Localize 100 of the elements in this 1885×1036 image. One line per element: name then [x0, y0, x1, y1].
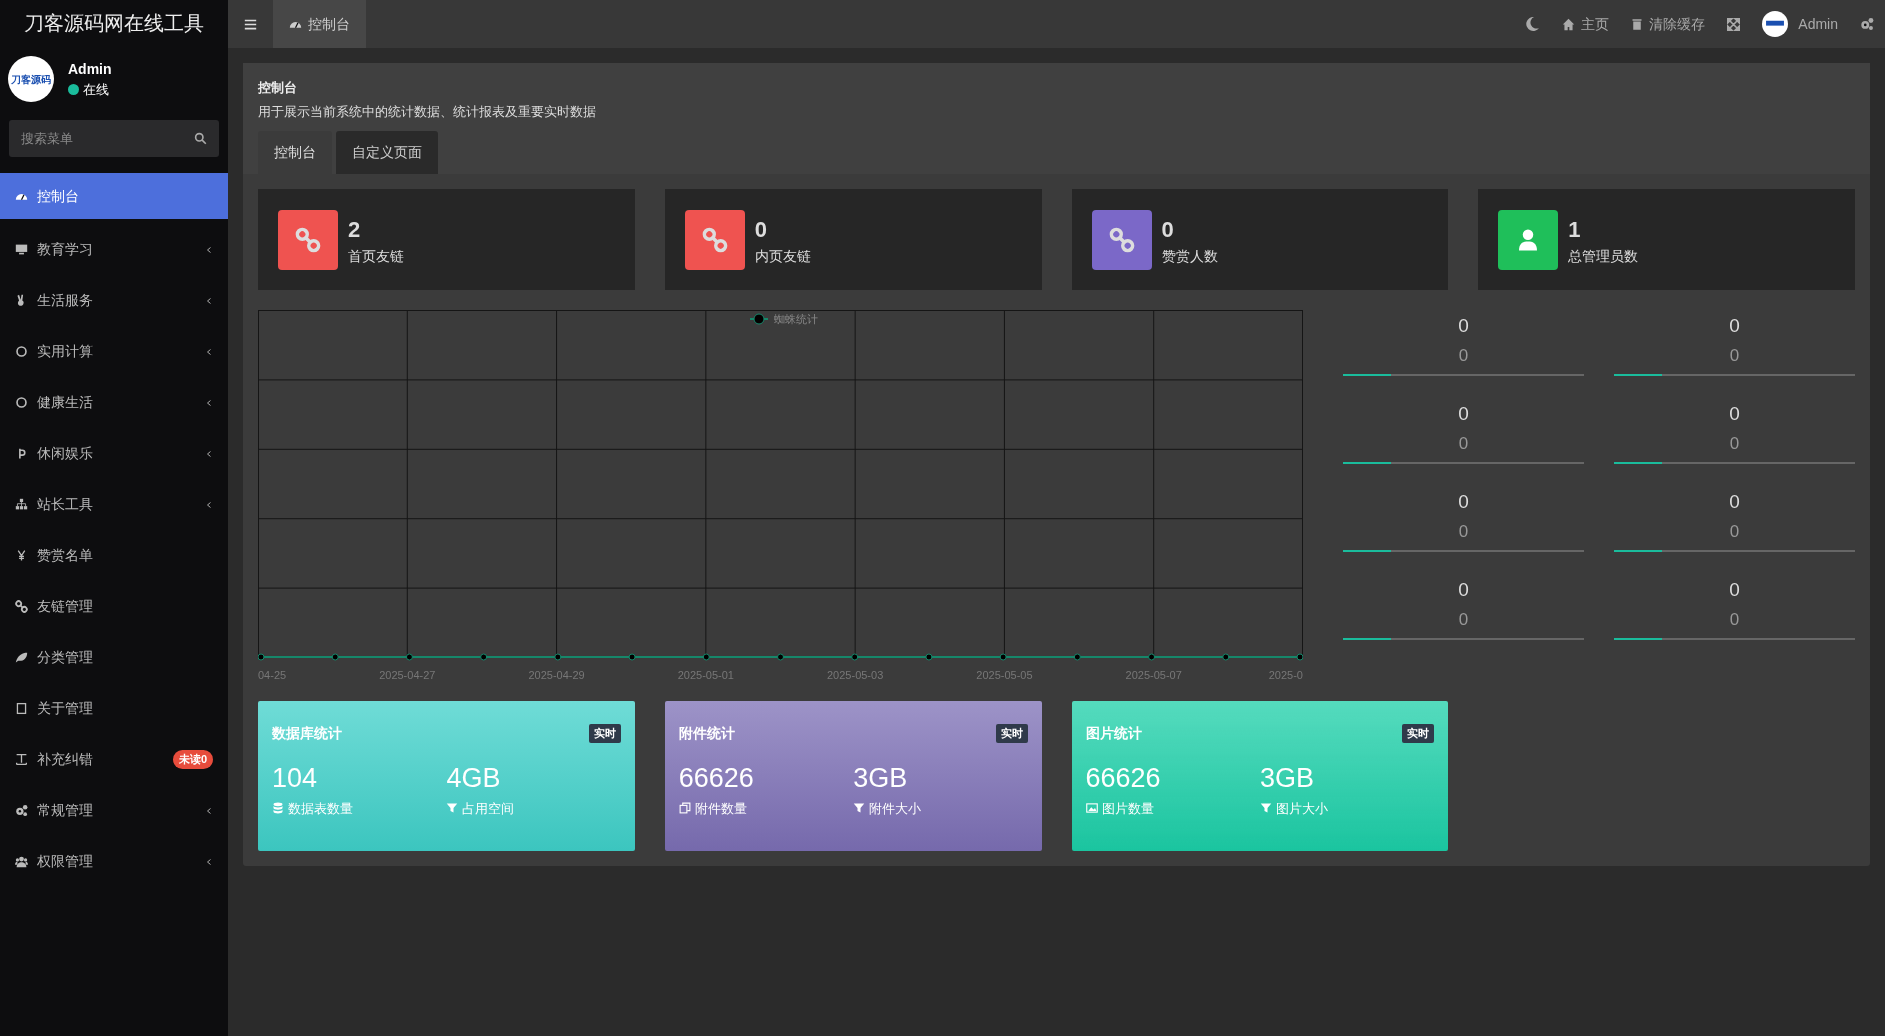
filter-icon [853, 802, 866, 815]
circle-icon [15, 396, 28, 409]
axis-label: 04-25 [258, 669, 287, 681]
stat-value: 0 [1729, 402, 1740, 426]
trash-icon [1631, 17, 1644, 31]
sidebar-item[interactable]: 实用计算 [0, 326, 228, 377]
axis-label: 2025-05-07 [1125, 669, 1182, 681]
stat-value: 1 [1568, 215, 1582, 244]
sidebar-item[interactable]: 健康生活 [0, 377, 228, 428]
sidebar-item[interactable]: 休闲娱乐 [0, 428, 228, 479]
metric-value: 3GB [853, 762, 909, 795]
stat-value: 0 [754, 215, 768, 244]
avatar-icon [1762, 11, 1789, 37]
legend-label: 蜘蛛统计 [774, 313, 818, 325]
page-tab[interactable]: 自定义页面 [336, 131, 438, 174]
image-icon [1085, 802, 1098, 815]
sidebar-item[interactable]: 友链管理 [0, 581, 228, 632]
realtime-badge: 实时 [995, 724, 1028, 743]
metric-value: 3GB [1259, 762, 1315, 795]
stat-value: 0 [1458, 578, 1469, 602]
sidebar-item[interactable]: 关于管理 [0, 683, 228, 734]
sidebar-item[interactable]: 补充纠错 未读0 [0, 734, 228, 785]
stat-subvalue: 0 [1729, 432, 1740, 455]
metric-label: 占用空间 [462, 799, 515, 818]
sidebar-item[interactable]: 权限管理 [0, 836, 228, 887]
metric-label: 图片大小 [1275, 799, 1328, 818]
legend-marker [749, 313, 769, 325]
fullscreen-icon [1727, 17, 1741, 31]
card-title: 图片统计 [1085, 724, 1142, 743]
stat-label: 赞赏人数 [1161, 246, 1218, 266]
axis-label: 2025-05-05 [976, 669, 1033, 681]
users-icon [15, 855, 28, 868]
stat-subvalue: 0 [1729, 608, 1740, 631]
link-icon [701, 226, 728, 253]
sidebar-item[interactable]: 控制台 [0, 173, 228, 219]
link-icon [295, 226, 321, 253]
stat-subvalue: 0 [1458, 432, 1469, 455]
sidebar-item[interactable]: 教育学习 [0, 224, 228, 275]
realtime-badge: 实时 [588, 724, 621, 743]
gears-icon [1860, 17, 1874, 31]
top-tab[interactable]: 控制台 [273, 0, 366, 48]
stat-value: 0 [1458, 402, 1469, 426]
metric-label: 图片数量 [1101, 799, 1154, 818]
metric-value: 4GB [446, 762, 502, 795]
sitemap-icon [15, 498, 28, 511]
stat-label: 内页友链 [754, 246, 811, 266]
stat-subvalue: 0 [1458, 608, 1469, 631]
metric-value: 66626 [1085, 762, 1162, 795]
unread-badge: 未读0 [172, 750, 213, 769]
stat-subvalue: 0 [1729, 520, 1740, 543]
stat-subvalue: 0 [1458, 520, 1469, 543]
square-icon [15, 702, 28, 715]
moon-icon [1524, 16, 1541, 32]
metric-value: 66626 [678, 762, 755, 795]
user-menu[interactable]: Admin [1751, 11, 1849, 37]
search-field[interactable]: 搜索菜单 [9, 120, 219, 157]
avatar: 刀客源码 [8, 56, 54, 102]
search-icon [194, 132, 207, 145]
page-description: 用于展示当前系统中的统计数据、统计报表及重要实时数据 [258, 102, 597, 121]
app-title: 刀客源码网在线工具 [23, 11, 205, 36]
stat-value: 0 [1458, 490, 1469, 514]
stat-value: 0 [1458, 314, 1469, 338]
files-icon [678, 802, 691, 815]
leaf-icon [15, 651, 28, 664]
sidebar-item[interactable]: 站长工具 [0, 479, 228, 530]
axis-label: 2025-05-01 [677, 669, 734, 681]
stat-value: 0 [1729, 314, 1740, 338]
axis-label: 2025-05-03 [827, 669, 884, 681]
page-title: 控制台 [258, 79, 298, 97]
metric-value: 104 [272, 762, 319, 795]
sidebar-item[interactable]: 生活服务 [0, 275, 228, 326]
clear-cache-button[interactable]: 清除缓存 [1620, 13, 1717, 35]
stat-label: 总管理员数 [1568, 246, 1639, 266]
sidebar-item[interactable]: 赞赏名单 [0, 530, 228, 581]
axis-label: 2025-0 [1268, 669, 1303, 681]
circle-icon [15, 345, 28, 358]
metric-label: 附件大小 [869, 799, 922, 818]
page-tab[interactable]: 控制台 [258, 131, 332, 174]
stat-subvalue: 0 [1729, 344, 1740, 367]
link-icon [1108, 226, 1135, 253]
card-title: 数据库统计 [272, 724, 342, 743]
metric-label: 附件数量 [694, 799, 747, 818]
stat-value: 0 [1161, 215, 1175, 244]
monitor-icon [15, 243, 28, 256]
metric-label: 数据表数量 [288, 799, 353, 818]
link-icon [15, 600, 28, 613]
stat-value: 2 [348, 215, 362, 244]
home-icon [1562, 17, 1576, 31]
yen-icon [15, 549, 28, 562]
database-icon [272, 802, 284, 815]
stat-label: 首页友链 [348, 246, 404, 266]
axis-label: 2025-04-27 [379, 669, 436, 681]
card-title: 附件统计 [678, 724, 735, 743]
filter-icon [446, 802, 459, 815]
axis-label: 2025-04-29 [528, 669, 585, 681]
sidebar-item[interactable]: 常规管理 [0, 785, 228, 836]
user-name: Admin [68, 59, 112, 79]
sidebar-item[interactable]: 分类管理 [0, 632, 228, 683]
home-link[interactable]: 主页 [1551, 13, 1621, 35]
stat-value: 0 [1729, 578, 1740, 602]
